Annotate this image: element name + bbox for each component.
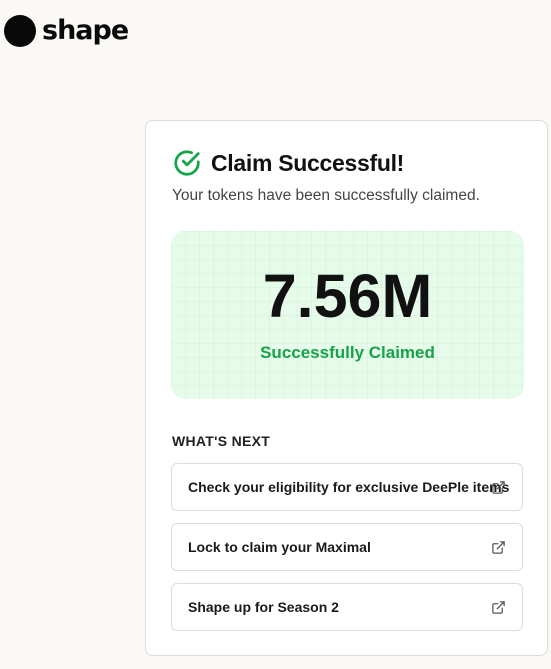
lock-maximal-link-label: Lock to claim your Maximal	[188, 539, 371, 555]
card-header: Claim Successful!	[172, 148, 404, 178]
claimed-amount: 7.56M	[262, 262, 433, 330]
lock-maximal-link[interactable]: Lock to claim your Maximal	[171, 523, 523, 571]
claimed-amount-panel: 7.56M Successfully Claimed	[171, 231, 524, 399]
external-link-icon	[491, 600, 506, 615]
logo-text: shape	[42, 14, 129, 46]
season-2-link[interactable]: Shape up for Season 2	[171, 583, 523, 631]
eligibility-link-label: Check your eligibility for exclusive Dee…	[188, 479, 510, 495]
claim-status-text: Successfully Claimed	[260, 343, 435, 362]
shape-logo[interactable]: shape	[4, 14, 129, 47]
check-circle-icon	[174, 150, 200, 176]
eligibility-link[interactable]: Check your eligibility for exclusive Dee…	[171, 463, 523, 511]
whats-next-heading: WHAT'S NEXT	[172, 433, 271, 449]
claim-success-card: Claim Successful! Your tokens have been …	[145, 120, 548, 656]
season-2-link-label: Shape up for Season 2	[188, 599, 339, 615]
card-title: Claim Successful!	[211, 149, 405, 176]
external-link-icon	[491, 540, 506, 555]
logo-dot-icon	[4, 15, 36, 47]
external-link-icon	[491, 480, 506, 495]
card-subtitle: Your tokens have been successfully claim…	[172, 187, 480, 204]
